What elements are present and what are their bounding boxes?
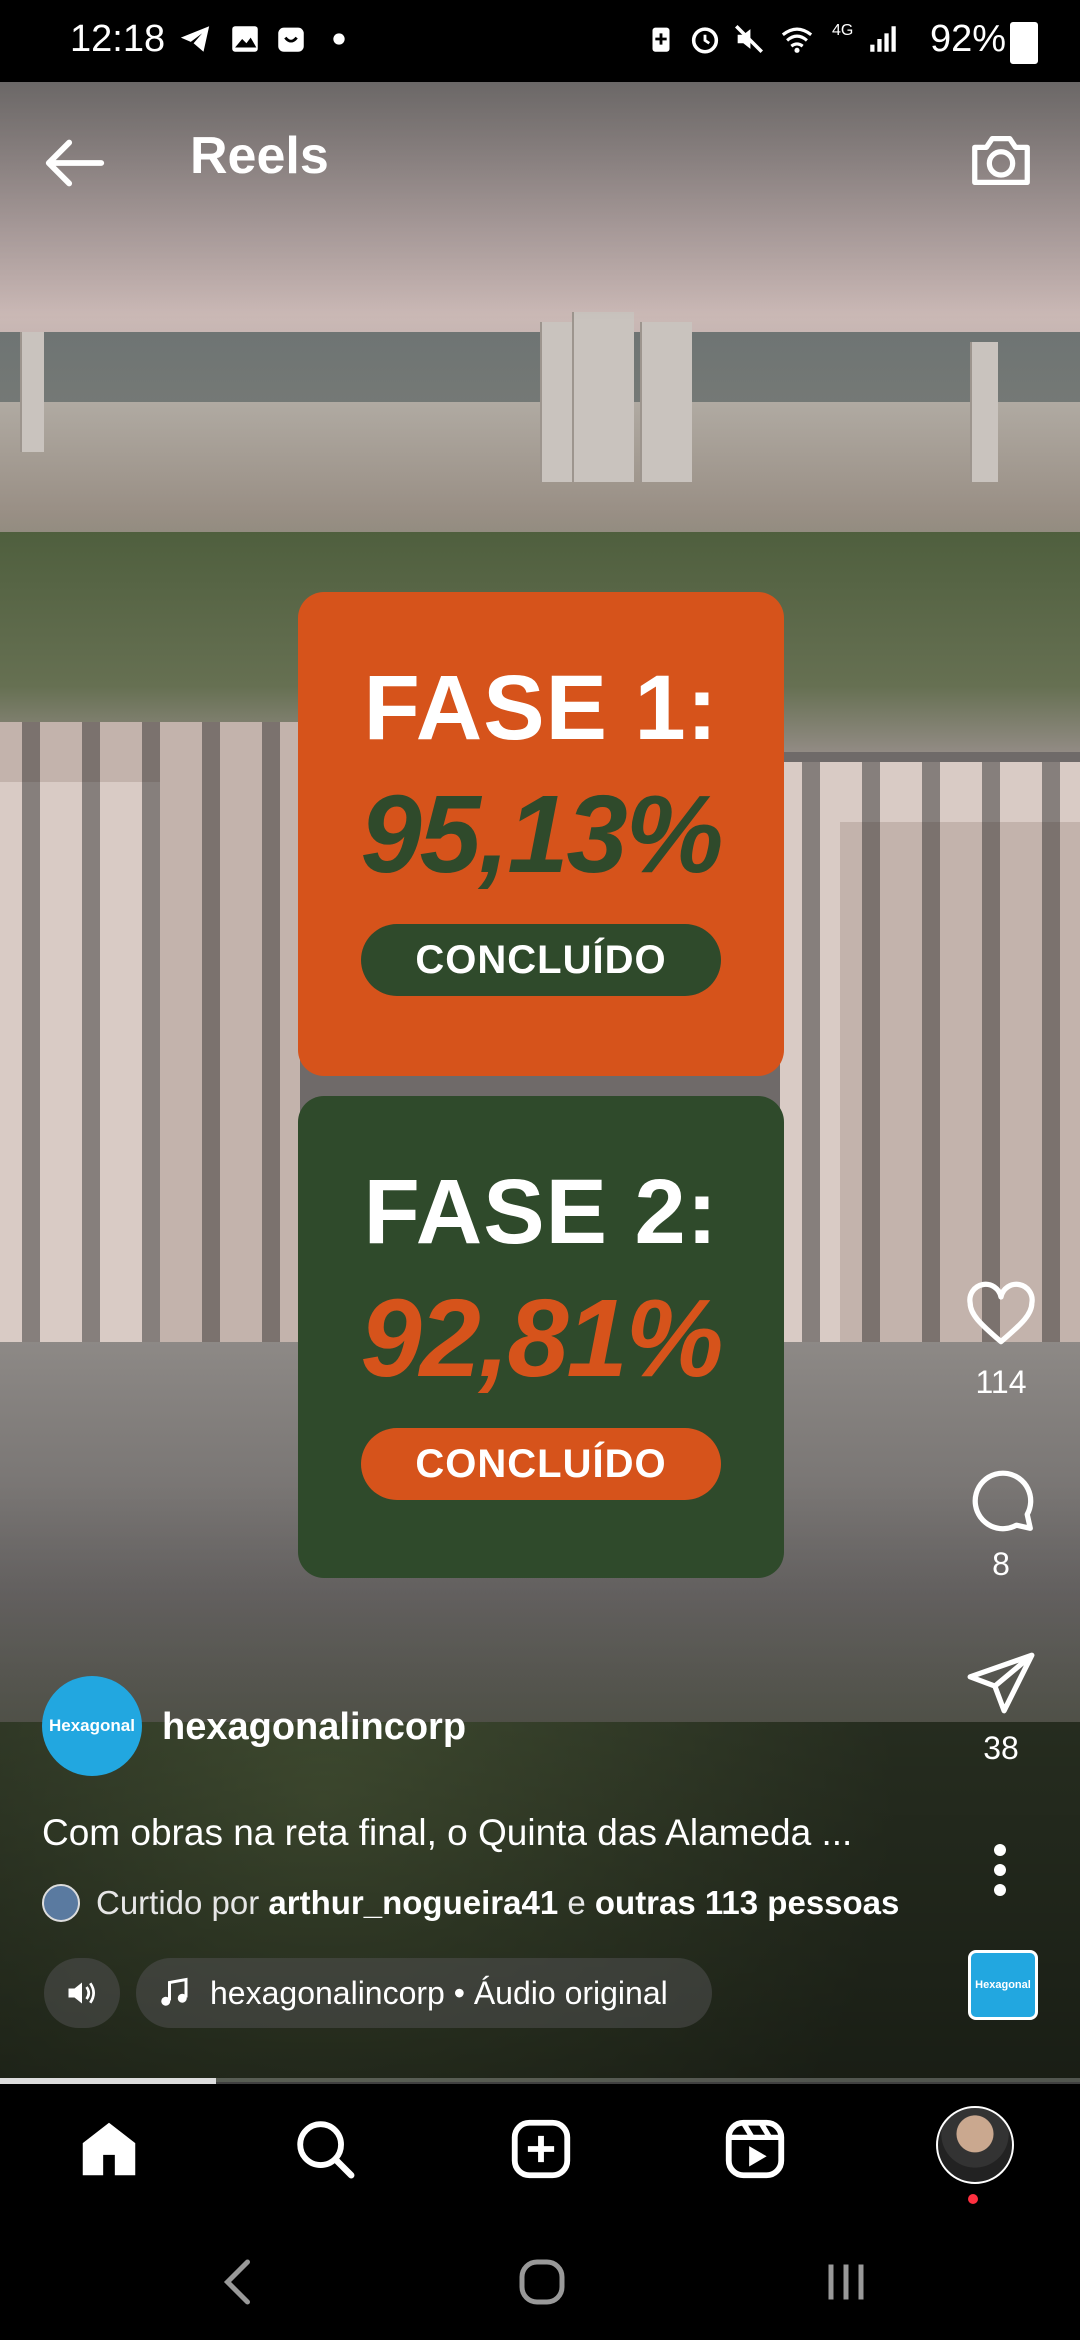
bottom-navigation: [0, 2086, 1080, 2216]
alarm-icon: [691, 27, 719, 54]
comment-action[interactable]: 8: [960, 1462, 1042, 1583]
network-type: 4G: [832, 22, 854, 39]
reel-video[interactable]: [0, 82, 1080, 2082]
create-post-icon[interactable]: [506, 2114, 576, 2184]
share-count: 38: [983, 1730, 1019, 1766]
gallery-icon: [232, 26, 258, 52]
phase-1-percent: 95,13%: [360, 773, 723, 896]
sound-toggle-button[interactable]: [44, 1958, 120, 2028]
comment-count: 8: [992, 1546, 1010, 1582]
reels-icon[interactable]: [720, 2114, 790, 2184]
music-note-icon: [161, 1977, 188, 2006]
audio-label: hexagonalincorp • Áudio original: [210, 1974, 668, 2011]
search-icon[interactable]: [290, 2114, 360, 2184]
phase-1-title: FASE 1:: [363, 657, 719, 759]
home-icon[interactable]: [74, 2114, 144, 2184]
liked-by-others[interactable]: outras 113 pessoas: [595, 1884, 900, 1922]
wifi-icon: [781, 27, 813, 53]
status-time: 12:18: [70, 18, 166, 60]
page-title: Reels: [190, 127, 329, 185]
reel-progress-fill: [0, 2078, 216, 2084]
system-home-icon[interactable]: [512, 2252, 572, 2312]
reel-progress[interactable]: [0, 2078, 1080, 2084]
camera-icon[interactable]: [966, 124, 1036, 194]
status-bar: 12:18 4G 92%: [0, 0, 1080, 82]
phase-2-status: CONCLUÍDO: [361, 1428, 721, 1500]
system-navigation: [0, 2216, 1080, 2340]
send-icon[interactable]: [964, 1646, 1038, 1720]
account-username[interactable]: hexagonalincorp: [162, 1706, 466, 1749]
liked-by-connector: e: [567, 1884, 586, 1921]
signal-icon: [870, 26, 896, 52]
like-count: 114: [975, 1364, 1027, 1400]
audio-thumbnail[interactable]: Hexagonal: [968, 1950, 1038, 2020]
liked-by-prefix: Curtido por: [96, 1884, 260, 1921]
phase-2-title: FASE 2:: [363, 1161, 719, 1263]
heart-icon[interactable]: [964, 1280, 1038, 1354]
account-avatar[interactable]: Hexagonal: [42, 1676, 142, 1776]
profile-avatar[interactable]: [936, 2106, 1014, 2184]
liked-by-user[interactable]: arthur_nogueira41: [268, 1884, 558, 1922]
system-recents-icon[interactable]: [816, 2252, 876, 2312]
like-action[interactable]: 114: [960, 1280, 1042, 1401]
share-action[interactable]: 38: [960, 1646, 1042, 1767]
liked-by[interactable]: Curtido por arthur_nogueira41 e outras 1…: [42, 1884, 899, 1922]
speaker-icon: [68, 1982, 95, 2004]
telegram-icon: [180, 26, 210, 52]
post-caption[interactable]: Com obras na reta final, o Quinta das Al…: [42, 1812, 922, 1854]
battery-icon: [1010, 22, 1038, 64]
liker-avatar: [42, 1884, 80, 1922]
phase-1-card: FASE 1: 95,13% CONCLUÍDO: [298, 592, 784, 1076]
system-back-icon[interactable]: [210, 2252, 270, 2312]
comment-icon[interactable]: [964, 1462, 1038, 1536]
more-options-icon[interactable]: [990, 1840, 1010, 1900]
back-arrow-icon[interactable]: [40, 128, 110, 198]
phase-2-card: FASE 2: 92,81% CONCLUÍDO: [298, 1096, 784, 1578]
phase-2-percent: 92,81%: [360, 1277, 723, 1400]
audio-link[interactable]: hexagonalincorp • Áudio original: [136, 1958, 712, 2028]
store-icon: [278, 27, 304, 52]
battery-percent: 92%: [929, 18, 1006, 60]
battery-saver-icon: [652, 27, 670, 52]
dot-icon: [333, 33, 345, 45]
mute-icon: [734, 24, 764, 54]
notification-dot: [968, 2194, 978, 2204]
phase-1-status: CONCLUÍDO: [361, 924, 721, 996]
